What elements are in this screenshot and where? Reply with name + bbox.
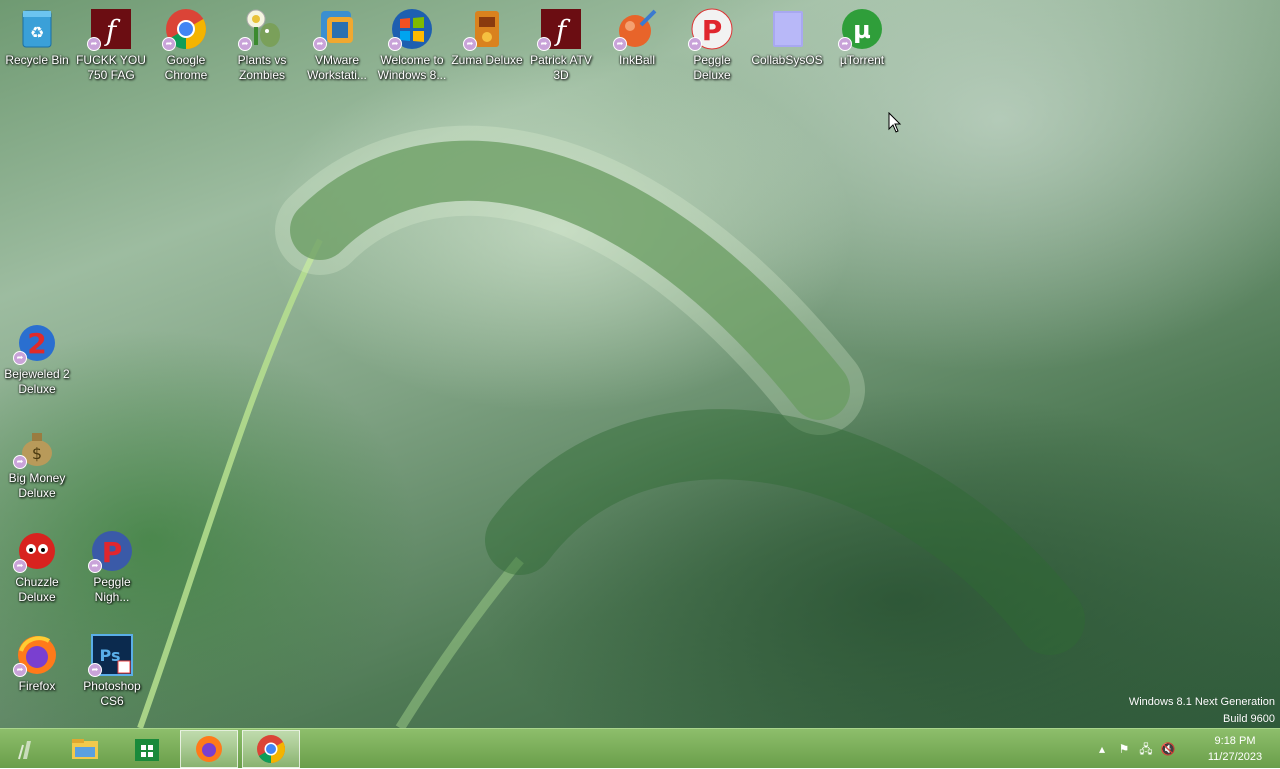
taskbar-store-button[interactable]: [118, 730, 176, 768]
desktop-icon-bejeweled-2-deluxe[interactable]: 2 ➦ Bejeweled 2 Deluxe: [0, 314, 74, 398]
watermark-build: Build 9600: [1223, 713, 1275, 725]
desktop-icon-google-chrome[interactable]: ➦ Google Chrome: [149, 0, 223, 84]
desktop-icon-peggle-nights[interactable]: P ➦ Peggle Nigh...: [75, 522, 149, 606]
taskbar-file-explorer-button[interactable]: [56, 730, 114, 768]
taskbar-chrome-button[interactable]: [242, 730, 300, 768]
shortcut-arrow-icon: ➦: [87, 37, 101, 51]
show-hidden-icon[interactable]: ▴: [1094, 741, 1110, 757]
flag-icon[interactable]: ⚑: [1116, 741, 1132, 757]
mouse-cursor-icon: [888, 112, 902, 133]
desktop-icon-utorrent[interactable]: µ ➦ µTorrent: [825, 0, 899, 84]
shortcut-arrow-icon: ➦: [463, 37, 477, 51]
shortcut-arrow-icon: ➦: [13, 351, 27, 365]
watermark-edition: Windows 8.1 Next Generation: [1128, 696, 1275, 708]
clock-date: 11/27/2023: [1207, 751, 1263, 763]
recycle-bin-icon: ♻: [22, 10, 52, 48]
desktop-background[interactable]: ♻ Recycle Bin f ➦ FUCKK YOU 750 FAG ➦ Go: [0, 0, 1280, 728]
desktop-icon-chuzzle-deluxe[interactable]: ➦ Chuzzle Deluxe: [0, 522, 74, 606]
desktop-icon-zuma-deluxe[interactable]: ➦ Zuma Deluxe: [450, 0, 524, 84]
shortcut-arrow-icon: ➦: [13, 559, 27, 573]
shortcut-arrow-icon: ➦: [313, 37, 327, 51]
volume-muted-icon[interactable]: 🔇: [1160, 741, 1176, 757]
shortcut-arrow-icon: ➦: [613, 37, 627, 51]
wallpaper-grass-graphic: [137, 125, 1085, 728]
desktop-icon-big-money-deluxe[interactable]: $ ➦ Big Money Deluxe: [0, 418, 74, 502]
desktop-icon-plants-vs-zombies[interactable]: ➦ Plants vs Zombies: [225, 0, 299, 84]
shortcut-arrow-icon: ➦: [162, 37, 176, 51]
svg-text:µ: µ: [853, 16, 871, 44]
svg-text:$: $: [32, 444, 42, 463]
desktop-icon-peggle-deluxe[interactable]: P ➦ Peggle Deluxe: [675, 0, 749, 84]
start-button[interactable]: [0, 730, 54, 768]
taskbar-clock[interactable]: 9:18 PM 11/27/2023: [1198, 733, 1272, 765]
svg-text:♻: ♻: [30, 23, 44, 42]
windows-build-watermark: Windows 8.1 Next Generation Build 9600: [1129, 694, 1275, 728]
svg-text:2: 2: [27, 327, 46, 360]
desktop-icon-photoshop-cs6[interactable]: Ps ➦ Photoshop CS6: [75, 626, 149, 710]
system-tray: ▴ ⚑ 🖧 🔇 9:18 PM 11/27/2023: [1090, 729, 1280, 769]
store-icon: [135, 739, 159, 761]
desktop-icon-collabsysos[interactable]: CollabSysOS: [750, 0, 824, 84]
desktop-icon-firefox[interactable]: ➦ Firefox: [0, 626, 74, 710]
desktop-icon-inkball[interactable]: ➦ InkBall: [600, 0, 674, 84]
shortcut-arrow-icon: ➦: [88, 559, 102, 573]
svg-text:Ps: Ps: [100, 646, 121, 665]
taskbar-firefox-button[interactable]: [180, 730, 238, 768]
desktop-icon-vmware-workstation[interactable]: ➦ VMware Workstati...: [300, 0, 374, 84]
folder-icon: [773, 11, 803, 47]
chrome-icon: [257, 735, 285, 763]
clock-time: 9:18 PM: [1214, 735, 1256, 747]
start-orb-icon: [18, 741, 31, 760]
desktop-icon-welcome-to-windows[interactable]: ➦ Welcome to Windows 8...: [375, 0, 449, 84]
desktop-icon-recycle-bin[interactable]: ♻ Recycle Bin: [0, 0, 74, 84]
shortcut-arrow-icon: ➦: [537, 37, 551, 51]
folder-icon: [72, 739, 98, 759]
taskbar: ▴ ⚑ 🖧 🔇 9:18 PM 11/27/2023: [0, 728, 1280, 768]
desktop-icon-fuckk-you-750-fag[interactable]: f ➦ FUCKK YOU 750 FAG: [74, 0, 148, 84]
firefox-icon: [196, 736, 222, 762]
network-icon[interactable]: 🖧: [1138, 741, 1154, 757]
shortcut-arrow-icon: ➦: [13, 663, 27, 677]
shortcut-arrow-icon: ➦: [688, 37, 702, 51]
shortcut-arrow-icon: ➦: [388, 37, 402, 51]
shortcut-arrow-icon: ➦: [13, 455, 27, 469]
svg-text:P: P: [102, 536, 123, 569]
shortcut-arrow-icon: ➦: [838, 37, 852, 51]
shortcut-arrow-icon: ➦: [238, 37, 252, 51]
desktop-icon-patrick-atv-3d[interactable]: f ➦ Patrick ATV 3D: [524, 0, 598, 84]
svg-text:P: P: [702, 14, 723, 47]
shortcut-arrow-icon: ➦: [88, 663, 102, 677]
